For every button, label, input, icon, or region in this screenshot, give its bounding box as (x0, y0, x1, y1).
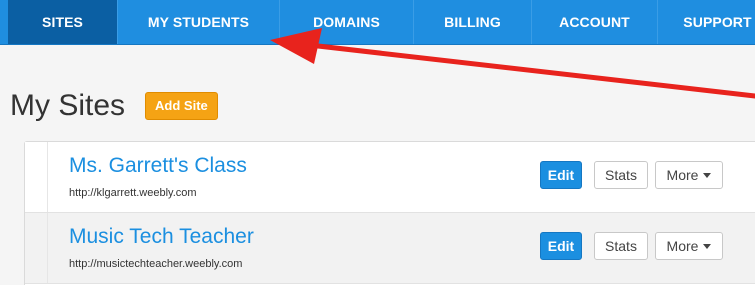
site-actions: Edit Stats More (540, 232, 723, 260)
site-name-link[interactable]: Ms. Garrett's Class (69, 154, 247, 178)
sites-list: Ms. Garrett's Class http://klgarrett.wee… (24, 141, 755, 285)
row-stripe (25, 213, 48, 283)
nav-items: SITES MY STUDENTS DOMAINS BILLING ACCOUN… (8, 0, 755, 44)
edit-button[interactable]: Edit (540, 161, 582, 189)
nav-item-account[interactable]: ACCOUNT (532, 0, 658, 44)
site-row: Ms. Garrett's Class http://klgarrett.wee… (25, 142, 755, 213)
nav-item-support[interactable]: SUPPORT (658, 0, 755, 44)
top-nav: SITES MY STUDENTS DOMAINS BILLING ACCOUN… (0, 0, 755, 45)
site-name-link[interactable]: Music Tech Teacher (69, 225, 254, 249)
caret-down-icon (703, 172, 712, 178)
more-dropdown-button[interactable]: More (655, 161, 723, 189)
nav-item-my-students[interactable]: MY STUDENTS (118, 0, 280, 44)
row-stripe (25, 142, 48, 212)
page-title: My Sites (10, 89, 126, 122)
title-row: My Sites Add Site (10, 88, 218, 124)
stats-button[interactable]: Stats (594, 161, 648, 189)
site-url: http://musictechteacher.weebly.com (69, 258, 243, 270)
caret-down-icon (703, 243, 712, 249)
nav-item-billing[interactable]: BILLING (414, 0, 532, 44)
more-label: More (666, 238, 699, 254)
more-dropdown-button[interactable]: More (655, 232, 723, 260)
more-label: More (666, 167, 699, 183)
add-site-button[interactable]: Add Site (145, 92, 218, 120)
site-row: Music Tech Teacher http://musictechteach… (25, 213, 755, 284)
site-url: http://klgarrett.weebly.com (69, 187, 197, 199)
page: SITES MY STUDENTS DOMAINS BILLING ACCOUN… (0, 0, 755, 285)
site-actions: Edit Stats More (540, 161, 723, 189)
edit-button[interactable]: Edit (540, 232, 582, 260)
annotation-arrow-shaft (315, 43, 755, 99)
nav-item-domains[interactable]: DOMAINS (280, 0, 414, 44)
nav-item-sites[interactable]: SITES (8, 0, 118, 44)
stats-button[interactable]: Stats (594, 232, 648, 260)
